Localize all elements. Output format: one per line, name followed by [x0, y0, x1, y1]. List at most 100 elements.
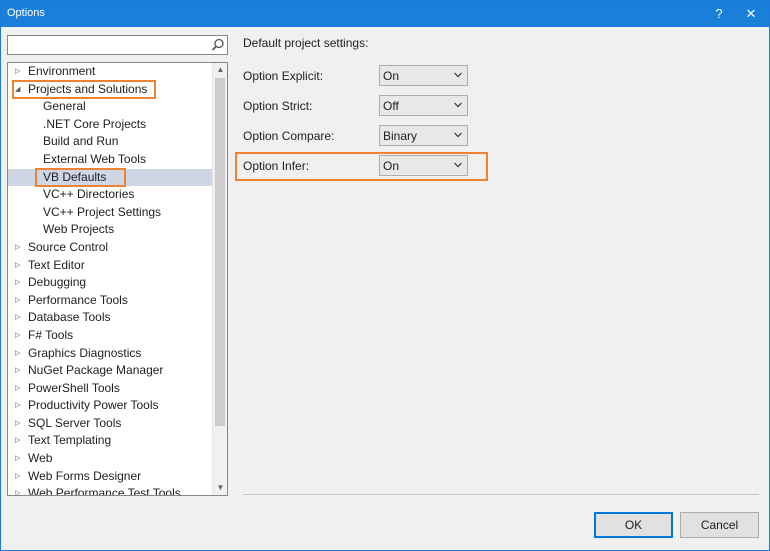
option-compare-row: Option Compare: Binary	[243, 125, 473, 147]
tree-item-label: F# Tools	[28, 327, 74, 342]
option-strict-row: Option Strict: Off	[243, 95, 473, 117]
tree-item[interactable]: ▷ SQL Server Tools	[8, 415, 212, 433]
footer-divider	[243, 494, 759, 495]
tree-item-label: Performance Tools	[28, 292, 128, 307]
collapsed-arrow-icon[interactable]: ▷	[15, 432, 25, 450]
close-button[interactable]: ✕	[741, 4, 761, 24]
tree-item-label: NuGet Package Manager	[28, 363, 164, 378]
search-input[interactable]	[10, 37, 210, 53]
tree-item-label: VC++ Project Settings	[43, 204, 162, 219]
collapsed-arrow-icon[interactable]: ▷	[15, 485, 25, 495]
scroll-down-icon[interactable]: ▼	[213, 481, 227, 495]
option-compare-value: Binary	[383, 129, 418, 143]
option-strict-value: Off	[383, 99, 399, 113]
tree-item-label: Debugging	[28, 275, 87, 290]
tree-item-label: Projects and Solutions	[28, 81, 148, 96]
chevron-down-icon	[454, 72, 462, 78]
option-infer-value: On	[383, 159, 400, 173]
collapsed-arrow-icon[interactable]: ▷	[15, 327, 25, 345]
collapsed-arrow-icon[interactable]: ▷	[15, 468, 25, 486]
option-explicit-select[interactable]: On	[379, 65, 468, 86]
tree-item[interactable]: ▷ Source Control	[8, 239, 212, 257]
option-infer-label: Option Infer:	[243, 159, 310, 173]
title-bar: Options ? ✕	[1, 1, 769, 27]
chevron-down-icon	[454, 132, 462, 138]
option-explicit-label: Option Explicit:	[243, 69, 324, 83]
collapsed-arrow-icon[interactable]: ▷	[15, 257, 25, 275]
help-button[interactable]: ?	[709, 4, 729, 24]
tree-item[interactable]: Web Projects	[8, 221, 212, 239]
tree-item[interactable]: ▷ Environment	[8, 63, 212, 81]
option-strict-select[interactable]: Off	[379, 95, 468, 116]
tree-item-label: SQL Server Tools	[28, 415, 122, 430]
tree-item[interactable]: .NET Core Projects	[8, 116, 212, 134]
tree-item[interactable]: ▷ F# Tools	[8, 327, 212, 345]
tree-item[interactable]: ▷ Text Templating	[8, 432, 212, 450]
search-icon[interactable]	[211, 38, 225, 52]
collapsed-arrow-icon[interactable]: ▷	[15, 309, 25, 327]
option-infer-select[interactable]: On	[379, 155, 468, 176]
tree-item[interactable]: VB Defaults	[8, 168, 212, 187]
tree-item-label: Text Templating	[28, 433, 112, 448]
option-compare-select[interactable]: Binary	[379, 125, 468, 146]
tree-item-label: Web	[28, 451, 53, 466]
tree-item[interactable]: ▷ Productivity Power Tools	[8, 397, 212, 415]
tree-item[interactable]: VC++ Directories	[8, 186, 212, 204]
tree-item-label: VB Defaults	[43, 169, 107, 184]
tree-item-label: Graphics Diagnostics	[28, 345, 142, 360]
tree-item-label: Environment	[28, 64, 96, 78]
tree-item[interactable]: VC++ Project Settings	[8, 204, 212, 222]
tree-item[interactable]: ▷ Text Editor	[8, 257, 212, 275]
tree-item[interactable]: General	[8, 98, 212, 116]
chevron-down-icon	[454, 102, 462, 108]
tree-item[interactable]: External Web Tools	[8, 151, 212, 169]
tree-item-label: Productivity Power Tools	[28, 398, 159, 413]
collapsed-arrow-icon[interactable]: ▷	[15, 239, 25, 257]
tree-item[interactable]: ▷ Graphics Diagnostics	[8, 345, 212, 363]
window-title: Options	[7, 7, 45, 19]
tree-item[interactable]: ▷ Web Forms Designer	[8, 468, 212, 486]
tree-item[interactable]: Build and Run	[8, 133, 212, 151]
collapsed-arrow-icon[interactable]: ▷	[15, 380, 25, 398]
tree-item[interactable]: ◢ Projects and Solutions	[8, 81, 212, 99]
tree-item-label: Build and Run	[43, 134, 119, 149]
tree-item[interactable]: ▷ Web	[8, 450, 212, 468]
tree-item[interactable]: ▷ NuGet Package Manager	[8, 362, 212, 380]
tree-item-label: General	[43, 99, 86, 114]
collapsed-arrow-icon[interactable]: ▷	[15, 397, 25, 415]
option-infer-row: Option Infer: On	[243, 155, 473, 177]
tree-item-label: Web Forms Designer	[28, 468, 142, 483]
tree-item-label: Web Projects	[43, 222, 115, 237]
tree-item[interactable]: ▷ PowerShell Tools	[8, 380, 212, 398]
option-strict-label: Option Strict:	[243, 99, 313, 113]
collapsed-arrow-icon[interactable]: ▷	[15, 274, 25, 292]
search-box	[7, 35, 228, 55]
collapsed-arrow-icon[interactable]: ▷	[15, 345, 25, 363]
option-compare-label: Option Compare:	[243, 129, 335, 143]
collapsed-arrow-icon[interactable]: ▷	[15, 450, 25, 468]
scroll-up-icon[interactable]: ▲	[213, 63, 227, 77]
options-dialog: Options ? ✕ ▷ Environment ◢ Projects and So…	[0, 0, 770, 551]
tree-item-label: PowerShell Tools	[28, 380, 120, 395]
collapsed-arrow-icon[interactable]: ▷	[15, 292, 25, 310]
tree-scrollbar[interactable]: ▲ ▼	[212, 63, 227, 495]
tree-item-label: Web Performance Test Tools	[28, 486, 181, 496]
collapsed-arrow-icon[interactable]: ▷	[15, 63, 25, 81]
tree-item[interactable]: ▷ Performance Tools	[8, 292, 212, 310]
tree-item-label: External Web Tools	[43, 151, 146, 166]
tree-item-label: Text Editor	[28, 257, 85, 272]
chevron-down-icon	[454, 162, 462, 168]
scroll-thumb[interactable]	[215, 78, 225, 426]
options-tree: ▷ Environment ◢ Projects and Solutions Gener…	[7, 62, 228, 496]
expanded-arrow-icon[interactable]: ◢	[15, 81, 25, 99]
tree-item[interactable]: ▷ Database Tools	[8, 309, 212, 327]
tree-item[interactable]: ▷ Debugging	[8, 274, 212, 292]
ok-button[interactable]: OK	[594, 512, 673, 538]
collapsed-arrow-icon[interactable]: ▷	[15, 415, 25, 433]
cancel-button[interactable]: Cancel	[680, 512, 759, 538]
tree-item-label: VC++ Directories	[43, 187, 135, 202]
option-explicit-row: Option Explicit: On	[243, 65, 473, 87]
tree-item[interactable]: ▷ Web Performance Test Tools	[8, 485, 212, 496]
tree-item-label: Database Tools	[28, 310, 111, 325]
collapsed-arrow-icon[interactable]: ▷	[15, 362, 25, 380]
